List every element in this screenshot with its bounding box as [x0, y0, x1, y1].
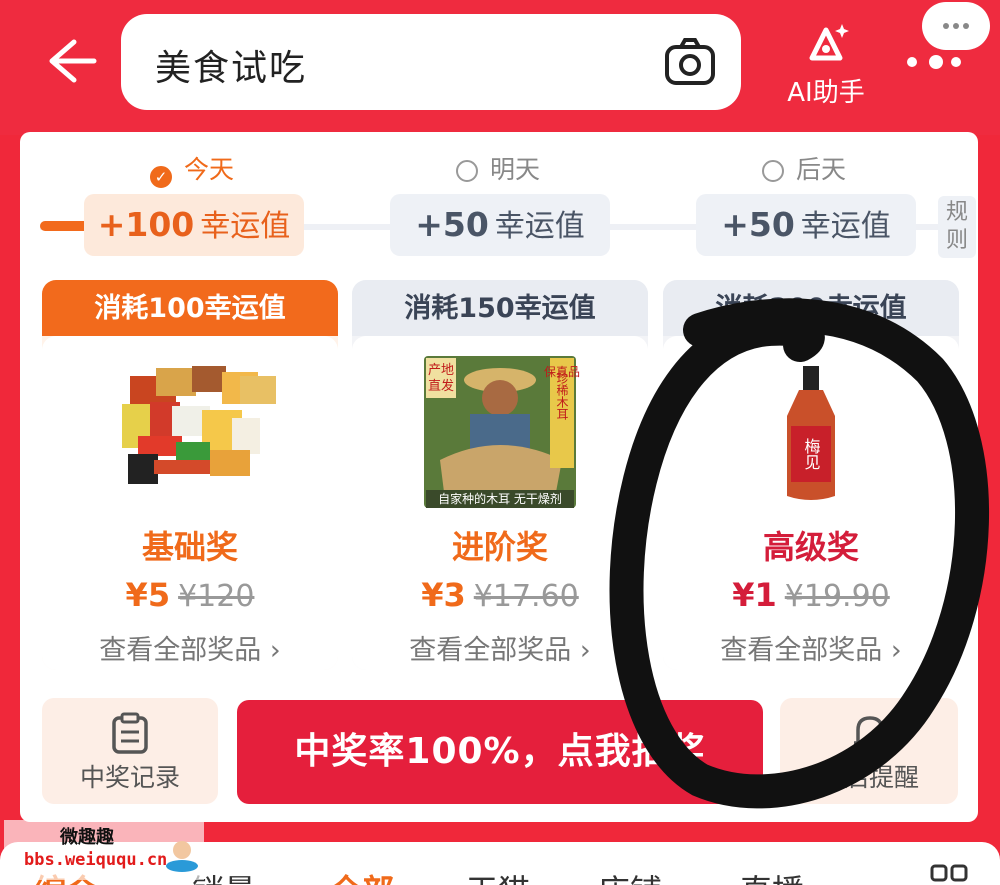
top-bar: 美食试吃 AI助手 [0, 0, 1000, 135]
day-after-tomorrow[interactable]: 后天 [762, 150, 846, 186]
message-dots-icon [943, 23, 969, 29]
prize-price: ¥5 [125, 576, 171, 614]
watermark-url: bbs.weiququ.cn [24, 850, 168, 870]
bell-icon [854, 716, 886, 752]
reminder-label: 开启提醒 [818, 763, 919, 792]
prize-price: ¥3 [421, 576, 466, 614]
prize-card-advanced[interactable]: 消耗150幸运值 产地 直发 保真品 珍稀木耳 自家种的木耳 无干燥剂 进阶奖 … [352, 280, 648, 670]
search-bar[interactable]: 美食试吃 [121, 14, 741, 110]
prize-card-basic[interactable]: 消耗100幸运值 基础奖 ¥5 ¥120 查看全部奖品 › [42, 280, 338, 670]
plum-wine-bottle-image: 梅见 [787, 366, 835, 500]
tab-tmall[interactable]: 天猫 [466, 866, 530, 885]
luck-value-day-after: +50 幸运值 [696, 194, 916, 256]
radio-icon [456, 160, 478, 182]
reminder-button[interactable]: 开启提醒 [780, 698, 958, 804]
card-body: 梅见 高级奖 ¥1 ¥19.90 查看全部奖品 › [663, 336, 959, 670]
lottery-panel: ✓ 今天 明天 后天 +100 幸运值 +50 幸运值 +50 幸运值 规则 消耗100… [20, 132, 978, 822]
origin-label: 直发 [428, 378, 454, 394]
prize-tier: 进阶奖 [451, 528, 548, 566]
price-row: ¥5 ¥120 [42, 576, 338, 614]
day-tomorrow[interactable]: 明天 [456, 150, 540, 186]
original-price: ¥17.60 [473, 579, 579, 614]
original-price: ¥19.90 [784, 579, 890, 614]
view-all-prizes-link[interactable]: 查看全部奖品 › [352, 628, 648, 667]
more-dots-icon [907, 55, 961, 69]
view-all-prizes-link[interactable]: 查看全部奖品 › [663, 628, 959, 667]
luck-value-today: +100 幸运值 [84, 194, 304, 256]
card-cost: 消耗150幸运值 [352, 280, 648, 336]
luck-value-tomorrow: +50 幸运值 [390, 194, 610, 256]
original-price: ¥120 [178, 579, 255, 614]
prize-record-button[interactable]: 中奖记录 [42, 698, 218, 804]
price-row: ¥1 ¥19.90 [663, 576, 959, 614]
prize-card-premium[interactable]: 消耗200幸运值 梅见 高级奖 ¥1 ¥19.90 查看全部奖品 › [663, 280, 959, 670]
prize-tier: 基础奖 [141, 528, 238, 566]
back-arrow-icon[interactable] [44, 36, 98, 86]
message-bubble[interactable] [922, 2, 990, 50]
ai-sparkle-icon [809, 24, 849, 61]
search-input[interactable]: 美食试吃 [155, 39, 307, 91]
price-row: ¥3 ¥17.60 [352, 576, 648, 614]
card-body: 产地 直发 保真品 珍稀木耳 自家种的木耳 无干燥剂 进阶奖 ¥3 ¥17.60 … [352, 336, 648, 670]
tab-store[interactable]: 店铺 [598, 866, 662, 885]
camera-icon[interactable] [663, 36, 717, 88]
card-cost: 消耗200幸运值 [663, 280, 959, 336]
day-today[interactable]: ✓ 今天 [150, 150, 234, 188]
bottle-label: 梅见 [802, 438, 821, 470]
clipboard-icon [112, 712, 148, 754]
grid-view-icon[interactable] [930, 864, 970, 885]
mascot-icon [166, 841, 198, 872]
farmer-wood-ear-image: 产地 直发 保真品 珍稀木耳 自家种的木耳 无干燥剂 [424, 356, 580, 508]
ai-assistant-label: AI助手 [787, 78, 865, 108]
card-cost: 消耗100幸运值 [42, 280, 338, 336]
prize-price: ¥1 [732, 576, 777, 614]
radio-icon [762, 160, 784, 182]
tab-live[interactable]: 直播 [740, 866, 804, 885]
prize-record-label: 中奖记录 [79, 763, 180, 792]
view-all-prizes-link[interactable]: 查看全部奖品 › [42, 628, 338, 667]
image-caption: 自家种的木耳 无干燥剂 [438, 491, 562, 506]
snack-bundle-image [122, 366, 276, 484]
more-menu[interactable] [900, 0, 1000, 90]
rules-button[interactable]: 规则 [938, 196, 976, 258]
check-icon: ✓ [150, 166, 172, 188]
prize-tier: 高级奖 [762, 528, 859, 566]
draw-button[interactable]: 中奖率100%，点我抽奖 [237, 700, 763, 804]
quality-label: 珍稀木耳 [555, 372, 569, 420]
ai-assistant-button[interactable]: AI助手 [784, 20, 868, 110]
card-body: 基础奖 ¥5 ¥120 查看全部奖品 › [42, 336, 338, 670]
tab-all[interactable]: 全部 [330, 866, 394, 885]
watermark: 微趣趣 bbs.weiququ.cn [4, 820, 204, 880]
watermark-title: 微趣趣 [60, 827, 114, 848]
origin-label: 产地 [428, 363, 454, 378]
